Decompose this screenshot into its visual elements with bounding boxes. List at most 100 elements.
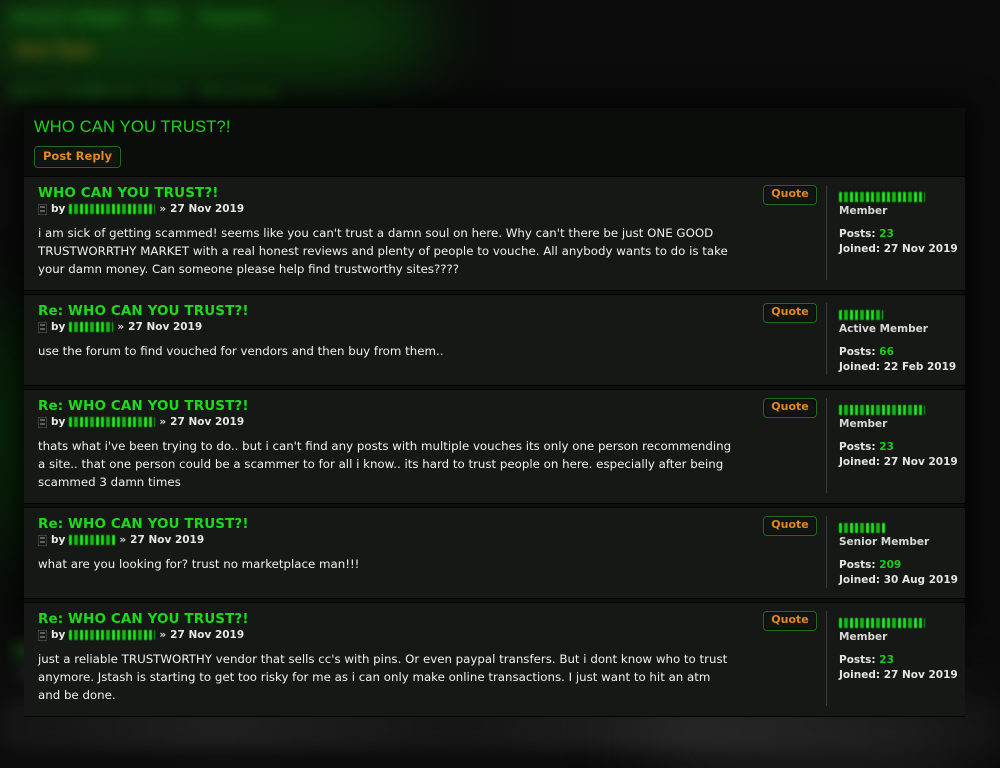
post-side-column: Quote Senior Member Posts: 209 Joined: 30 A… xyxy=(748,508,965,598)
post-reply-button[interactable]: Post Reply xyxy=(34,146,121,169)
profile-rank: Active Member xyxy=(839,323,928,336)
post-date: 27 Nov 2019 xyxy=(170,629,245,642)
post-subject[interactable]: Re: WHO CAN YOU TRUST?! xyxy=(38,303,736,319)
byline-by-label: by xyxy=(51,203,66,216)
profile-username-redacted[interactable] xyxy=(839,617,925,628)
top-nav-blurred[interactable]: Board index Login FAQ Register xyxy=(0,0,560,38)
author-profile: Active Member Posts: 66 Joined: 22 Feb 201… xyxy=(826,303,965,376)
post-icon xyxy=(37,629,48,642)
quote-button[interactable]: Quote xyxy=(763,185,817,205)
post-text: use the forum to find vouched for vendor… xyxy=(38,344,444,359)
post-byline: by » 27 Nov 2019 xyxy=(37,321,736,334)
profile-posts-value: 209 xyxy=(879,558,902,571)
profile-rank: Member xyxy=(839,205,888,218)
post-author-redacted[interactable] xyxy=(69,204,156,215)
nav-item-2[interactable]: FAQ xyxy=(145,10,178,25)
post-body-column: Re: WHO CAN YOU TRUST?! by » 27 Nov 2019 use… xyxy=(24,295,748,385)
post-subject[interactable]: WHO CAN YOU TRUST?! xyxy=(38,185,736,201)
post-subject[interactable]: Re: WHO CAN YOU TRUST?! xyxy=(38,611,736,627)
post-item: Re: WHO CAN YOU TRUST?! by» 27 Nov 2019 jus… xyxy=(24,602,965,718)
byline-by-label: by xyxy=(51,416,66,429)
profile-posts-label: Posts: xyxy=(839,227,876,240)
byline-separator: » xyxy=(117,321,125,334)
byline-by-label: by xyxy=(51,321,66,334)
post-byline: by » 27 Nov 2019 xyxy=(37,534,736,547)
post-item: Re: WHO CAN YOU TRUST?! by » 27 Nov 2019 use… xyxy=(24,294,965,387)
profile-posts: Posts: 23 xyxy=(839,653,959,668)
post-author-redacted[interactable] xyxy=(69,630,156,641)
profile-joined: Joined: 22 Feb 2019 xyxy=(839,360,959,375)
post-text: i am sick of getting scammed! seems like… xyxy=(38,226,728,276)
profile-posts: Posts: 209 xyxy=(839,558,959,573)
post-subject[interactable]: Re: WHO CAN YOU TRUST?! xyxy=(38,516,736,532)
quote-button[interactable]: Quote xyxy=(763,611,817,631)
post-side-column: Quote Member Posts: 23 Joined: 27 Nov 2019 xyxy=(748,603,965,716)
post-icon xyxy=(37,534,48,547)
profile-joined-value: 27 Nov 2019 xyxy=(883,669,958,682)
nav-item-0[interactable]: Board index xyxy=(12,10,114,25)
byline-by-label: by xyxy=(51,629,66,642)
browser-screen: Board index Login FAQ Register New Topic… xyxy=(0,0,1000,768)
byline-separator: » xyxy=(119,534,127,547)
profile-joined-label: Joined: xyxy=(839,361,881,374)
profile-username-redacted[interactable] xyxy=(839,191,925,202)
profile-joined: Joined: 27 Nov 2019 xyxy=(839,668,959,683)
profile-username-redacted[interactable] xyxy=(839,404,925,415)
byline-separator: » xyxy=(159,416,167,429)
profile-posts-label: Posts: xyxy=(839,558,876,571)
post-date: 27 Nov 2019 xyxy=(128,321,203,334)
post-date: 27 Nov 2019 xyxy=(130,534,205,547)
author-profile: Member Posts: 23 Joined: 27 Nov 2019 xyxy=(826,185,965,281)
breadcrumb-item-2[interactable]: Scam xyxy=(146,87,185,100)
post-byline: by » 27 Nov 2019 xyxy=(37,416,736,429)
post-icon xyxy=(37,321,48,334)
byline-by-label: by xyxy=(51,534,66,547)
quote-button[interactable]: Quote xyxy=(763,516,817,536)
nav-item-3[interactable]: Register xyxy=(200,10,271,25)
nav-item-1[interactable]: Login xyxy=(84,10,130,25)
quote-button[interactable]: Quote xyxy=(763,398,817,418)
quote-cell: Quote xyxy=(748,303,826,375)
profile-joined-value: 27 Nov 2019 xyxy=(883,242,958,255)
post-list: WHO CAN YOU TRUST?! by» 27 Nov 2019 i am si… xyxy=(24,176,965,718)
post-byline: by » 27 Nov 2019 xyxy=(37,203,736,216)
post-byline: by » 27 Nov 2019 xyxy=(37,629,736,642)
profile-posts: Posts: 66 xyxy=(839,345,959,360)
profile-posts-label: Posts: xyxy=(839,440,876,453)
quote-cell: Quote xyxy=(748,611,826,706)
post-body-column: Re: WHO CAN YOU TRUST?! by » 27 Nov 2019 tha… xyxy=(24,390,748,503)
post-side-column: Quote Member Posts: 23 Joined: 27 Nov 2019 xyxy=(748,390,965,503)
profile-joined-label: Joined: xyxy=(839,574,881,587)
breadcrumb-item-3[interactable]: Discussion xyxy=(200,87,278,100)
profile-joined-label: Joined: xyxy=(839,242,881,255)
profile-joined-value: 27 Nov 2019 xyxy=(883,456,958,469)
post-item: Re: WHO CAN YOU TRUST?! by » 27 Nov 2019 tha… xyxy=(24,389,965,505)
profile-rank: Member xyxy=(839,631,888,644)
post-icon xyxy=(37,416,48,429)
post-side-column: Quote Active Member Posts: 66 Joined: 22 Fe… xyxy=(748,295,965,385)
profile-posts-value: 66 xyxy=(879,345,894,358)
post-author-redacted[interactable] xyxy=(69,535,116,546)
post-text: just a reliable TRUSTWORTHY vendor that … xyxy=(38,652,728,702)
profile-joined-label: Joined: xyxy=(839,456,881,469)
post-text: thats what i've been trying to do.. but … xyxy=(38,439,732,489)
profile-username-redacted[interactable] xyxy=(839,309,883,320)
post-body-column: Re: WHO CAN YOU TRUST?! by » 27 Nov 2019 wha… xyxy=(24,508,748,598)
post-subject[interactable]: Re: WHO CAN YOU TRUST?! xyxy=(38,398,736,414)
new-topic-button-blurred[interactable]: New Topic xyxy=(0,40,220,68)
profile-joined-label: Joined: xyxy=(839,669,881,682)
profile-posts-label: Posts: xyxy=(839,345,876,358)
background-glow xyxy=(0,0,220,90)
post-author-redacted[interactable] xyxy=(69,322,114,333)
breadcrumb-item-0[interactable]: Board index xyxy=(12,87,100,100)
quote-button[interactable]: Quote xyxy=(763,303,817,323)
profile-joined: Joined: 30 Aug 2019 xyxy=(839,573,959,588)
profile-posts-value: 23 xyxy=(879,653,894,666)
author-profile: Member Posts: 23 Joined: 27 Nov 2019 xyxy=(826,611,965,707)
post-author-redacted[interactable] xyxy=(69,417,156,428)
profile-joined: Joined: 27 Nov 2019 xyxy=(839,455,959,470)
profile-username-redacted[interactable] xyxy=(839,522,885,533)
breadcrumb-item-1[interactable]: Market xyxy=(88,87,139,100)
profile-posts-label: Posts: xyxy=(839,653,876,666)
post-body-column: WHO CAN YOU TRUST?! by » 27 Nov 2019 i am si… xyxy=(24,177,748,290)
